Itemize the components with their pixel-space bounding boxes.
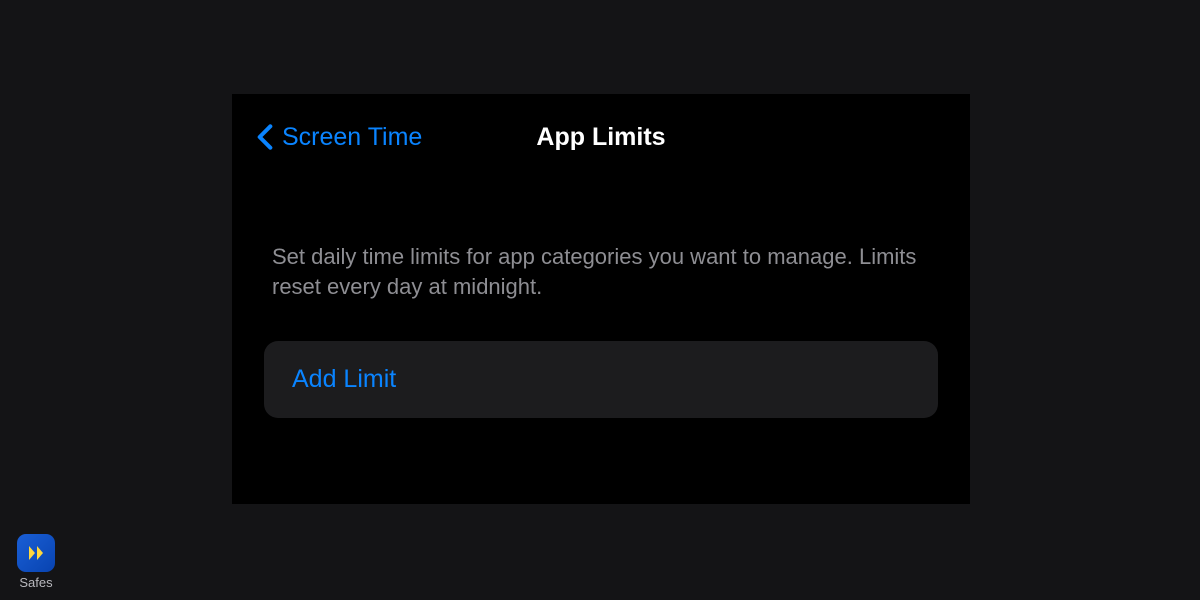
watermark-label: Safes bbox=[19, 575, 52, 590]
add-limit-button[interactable]: Add Limit bbox=[264, 341, 938, 418]
safes-logo-icon bbox=[17, 534, 55, 572]
back-button[interactable]: Screen Time bbox=[256, 122, 422, 152]
settings-panel: Screen Time App Limits Set daily time li… bbox=[232, 94, 970, 504]
page-title: App Limits bbox=[536, 123, 665, 152]
watermark: Safes bbox=[17, 534, 55, 590]
description-text: Set daily time limits for app categories… bbox=[232, 242, 970, 301]
add-limit-label: Add Limit bbox=[292, 365, 396, 393]
chevron-left-icon bbox=[256, 122, 274, 152]
nav-bar: Screen Time App Limits bbox=[232, 94, 970, 152]
back-label: Screen Time bbox=[282, 123, 422, 152]
